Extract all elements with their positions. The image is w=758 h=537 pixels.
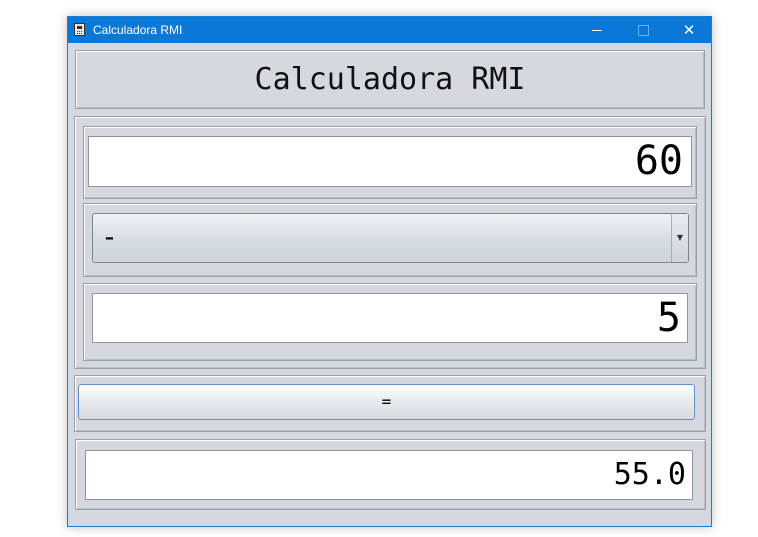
operand1-input[interactable]: 60 [88,136,692,187]
operator-panel: - ▼ [83,203,697,277]
maximize-button[interactable] [620,17,666,43]
operand1-panel: 60 [83,126,697,199]
calculator-window: Calculadora RMI ✕ Calculadora RMI 60 - ▼… [67,16,712,527]
inputs-group: 60 - ▼ 5 [74,116,706,369]
maximize-icon [637,25,649,36]
dropdown-arrow-icon[interactable]: ▼ [671,214,688,262]
page-title: Calculadora RMI [254,62,526,97]
calculator-app-icon [74,23,85,36]
close-button[interactable]: ✕ [666,17,712,43]
title-bar[interactable]: Calculadora RMI ✕ [68,17,711,43]
result-field: 55.0 [85,450,693,500]
operator-select[interactable]: - ▼ [92,213,689,263]
operand2-input[interactable]: 5 [92,293,688,343]
minimize-button[interactable] [574,17,620,43]
window-title: Calculadora RMI [93,23,183,37]
equals-panel: = [74,375,706,432]
minimize-icon [592,30,602,31]
operator-selected-value: - [101,220,118,253]
operand2-panel: 5 [83,283,697,361]
equals-button[interactable]: = [78,384,695,420]
result-panel: 55.0 [75,439,706,510]
close-icon: ✕ [682,21,696,39]
header-panel: Calculadora RMI [75,50,705,109]
